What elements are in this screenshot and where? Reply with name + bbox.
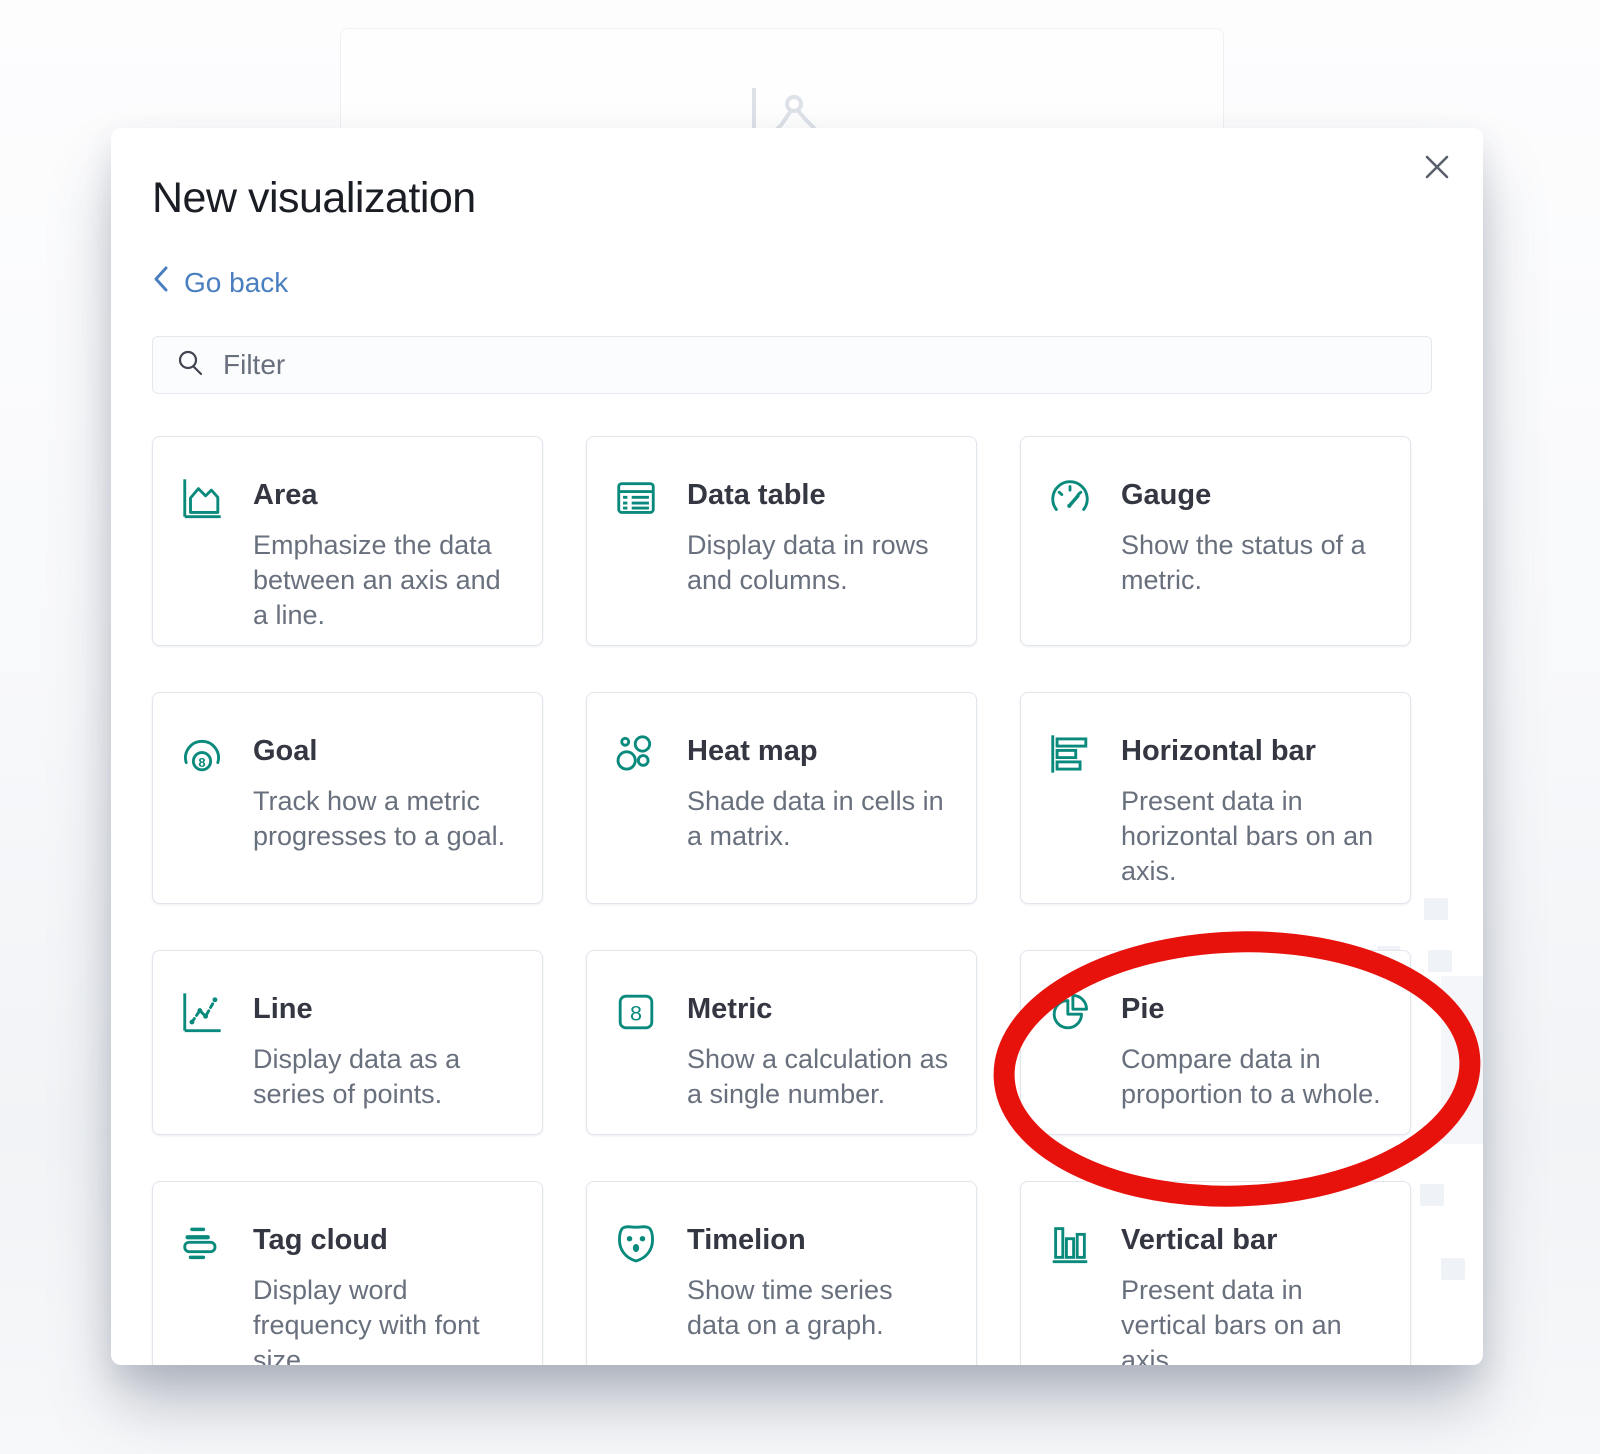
card-metric[interactable]: 8 Metric Show a calculation as a single … xyxy=(586,950,977,1135)
card-description: Compare data in proportion to a whole. xyxy=(1121,1042,1384,1112)
card-description: Shade data in cells in a matrix. xyxy=(687,784,950,854)
card-vertical-bar[interactable]: Vertical bar Present data in vertical ba… xyxy=(1020,1181,1411,1365)
card-description: Present data in horizontal bars on an ax… xyxy=(1121,784,1384,889)
filter-field xyxy=(152,336,1432,394)
close-button[interactable] xyxy=(1409,140,1465,196)
card-tag-cloud[interactable]: Tag cloud Display word frequency with fo… xyxy=(152,1181,543,1365)
card-line[interactable]: Line Display data as a series of points. xyxy=(152,950,543,1135)
card-description: Present data in vertical bars on an axis… xyxy=(1121,1273,1384,1365)
card-area[interactable]: Area Emphasize the data between an axis … xyxy=(152,436,543,646)
svg-text:8: 8 xyxy=(630,1001,642,1026)
card-title: Pie xyxy=(1121,987,1384,1026)
card-heat-map[interactable]: Heat map Shade data in cells in a matrix… xyxy=(586,692,977,904)
tag-cloud-icon xyxy=(179,1220,225,1266)
area-chart-icon xyxy=(179,475,225,521)
card-description: Display word frequency with font size. xyxy=(253,1273,516,1365)
card-title: Gauge xyxy=(1121,473,1384,512)
card-title: Goal xyxy=(253,729,516,768)
card-title: Data table xyxy=(687,473,950,512)
go-back-label: Go back xyxy=(184,267,288,299)
close-icon xyxy=(1422,152,1452,185)
search-icon xyxy=(175,347,207,384)
card-horizontal-bar[interactable]: Horizontal bar Present data in horizonta… xyxy=(1020,692,1411,904)
card-pie[interactable]: Pie Compare data in proportion to a whol… xyxy=(1020,950,1411,1135)
card-description: Display data as a series of points. xyxy=(253,1042,516,1112)
card-title: Heat map xyxy=(687,729,950,768)
vertical-bar-icon xyxy=(1047,1220,1093,1266)
horizontal-bar-icon xyxy=(1047,731,1093,777)
timelion-icon xyxy=(613,1220,659,1266)
card-data-table[interactable]: Data table Display data in rows and colu… xyxy=(586,436,977,646)
card-title: Timelion xyxy=(687,1218,950,1257)
pie-chart-icon xyxy=(1047,989,1093,1035)
card-title: Horizontal bar xyxy=(1121,729,1384,768)
chevron-left-icon xyxy=(152,265,170,300)
filter-input[interactable] xyxy=(223,337,1431,393)
card-description: Show the status of a metric. xyxy=(1121,528,1384,598)
new-visualization-modal: New visualization Go back Area Emphas xyxy=(111,128,1483,1365)
card-description: Display data in rows and columns. xyxy=(687,528,950,598)
card-title: Tag cloud xyxy=(253,1218,516,1257)
card-description: Show time series data on a graph. xyxy=(687,1273,950,1343)
card-description: Show a calculation as a single number. xyxy=(687,1042,950,1112)
metric-icon: 8 xyxy=(613,989,659,1035)
gauge-icon xyxy=(1047,475,1093,521)
card-timelion[interactable]: Timelion Show time series data on a grap… xyxy=(586,1181,977,1365)
visualization-card-grid: Area Emphasize the data between an axis … xyxy=(152,436,1412,1365)
card-goal[interactable]: 8 Goal Track how a metric progresses to … xyxy=(152,692,543,904)
line-chart-icon xyxy=(179,989,225,1035)
page-title: New visualization xyxy=(152,174,1442,223)
go-back-link[interactable]: Go back xyxy=(152,265,288,300)
heat-map-icon xyxy=(613,731,659,777)
card-title: Line xyxy=(253,987,516,1026)
card-description: Emphasize the data between an axis and a… xyxy=(253,528,516,633)
card-title: Metric xyxy=(687,987,950,1026)
card-title: Vertical bar xyxy=(1121,1218,1384,1257)
page-background: { "modal": { "title": "New visualization… xyxy=(0,0,1600,1454)
card-gauge[interactable]: Gauge Show the status of a metric. xyxy=(1020,436,1411,646)
data-table-icon xyxy=(613,475,659,521)
svg-text:8: 8 xyxy=(198,755,205,770)
goal-icon: 8 xyxy=(179,731,225,777)
card-title: Area xyxy=(253,473,516,512)
card-description: Track how a metric progresses to a goal. xyxy=(253,784,516,854)
